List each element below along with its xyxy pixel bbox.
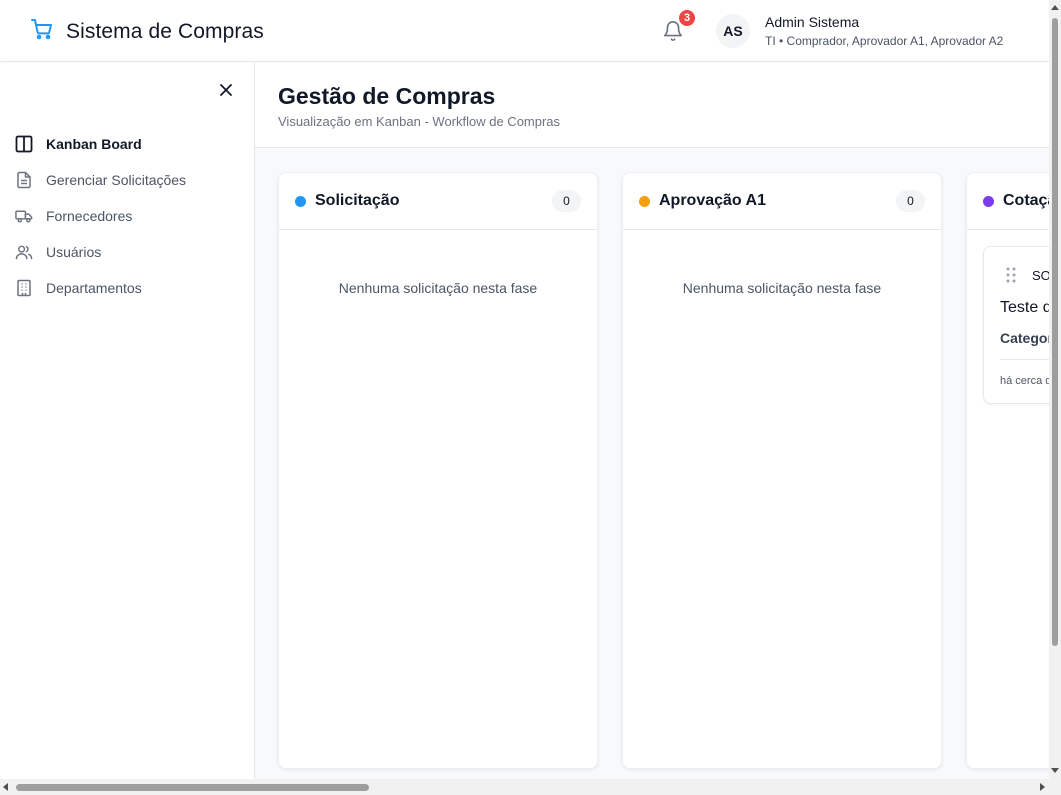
sidebar-nav: Kanban Board Gerenciar Solicitações Forn…	[0, 126, 254, 306]
sidebar-item-usuarios[interactable]: Usuários	[0, 234, 254, 270]
card-timestamp: há cerca d	[1000, 375, 1049, 387]
app-title: Sistema de Compras	[66, 19, 264, 43]
status-dot	[639, 195, 650, 207]
kanban-column-cotacao[interactable]: Cotação SO Teste d Categor há cerca d	[966, 172, 1049, 769]
kanban-column-aprovacao-a1[interactable]: Aprovação A1 0 Nenhuma solicitação nesta…	[622, 172, 942, 769]
building-icon	[15, 279, 33, 297]
column-title: Aprovação A1	[659, 192, 766, 209]
column-count-badge: 0	[896, 190, 925, 212]
request-card[interactable]: SO Teste d Categor há cerca d	[983, 246, 1049, 404]
brand[interactable]: Sistema de Compras	[30, 17, 264, 46]
sidebar-item-label: Departamentos	[46, 280, 142, 296]
page-title: Gestão de Compras	[278, 83, 496, 109]
user-role: TI • Comprador, Aprovador A1, Aprovador …	[765, 34, 1004, 48]
column-count-badge: 0	[552, 190, 581, 212]
empty-state-text: Nenhuma solicitação nesta fase	[338, 280, 538, 296]
users-icon	[15, 243, 33, 261]
page-header: Gestão de Compras Visualização em Kanban…	[255, 63, 1049, 148]
shopping-cart-icon	[30, 17, 54, 46]
truck-icon	[15, 207, 33, 225]
sidebar-item-gerenciar-solicitacoes[interactable]: Gerenciar Solicitações	[0, 162, 254, 198]
card-title: Teste d	[1000, 299, 1049, 316]
kanban-icon	[15, 135, 33, 153]
scroll-right-arrow-icon[interactable]	[1040, 783, 1045, 791]
column-header: Solicitação 0	[279, 173, 597, 230]
card-category: Categor	[1000, 330, 1049, 346]
top-header: Sistema de Compras 3 AS Admin Sistema TI…	[0, 0, 1049, 62]
file-text-icon	[15, 171, 33, 189]
sidebar-item-fornecedores[interactable]: Fornecedores	[0, 198, 254, 234]
avatar[interactable]: AS	[716, 14, 750, 48]
notification-badge: 3	[677, 8, 697, 28]
sidebar-item-label: Kanban Board	[46, 136, 142, 152]
column-header: Aprovação A1 0	[623, 173, 941, 230]
vertical-scrollbar[interactable]	[1049, 0, 1061, 779]
card-code: SO	[1032, 268, 1049, 283]
scroll-down-arrow-icon[interactable]	[1051, 768, 1059, 773]
status-dot	[295, 195, 306, 207]
sidebar-item-label: Usuários	[46, 244, 102, 260]
drag-handle-icon[interactable]	[1004, 265, 1018, 285]
vertical-scroll-thumb[interactable]	[1052, 18, 1058, 646]
scroll-left-arrow-icon[interactable]	[3, 783, 8, 791]
scroll-up-arrow-icon[interactable]	[1051, 5, 1059, 10]
kanban-column-solicitacao[interactable]: Solicitação 0 Nenhuma solicitação nesta …	[278, 172, 598, 769]
column-header: Cotação	[967, 173, 1049, 230]
horizontal-scrollbar[interactable]	[0, 779, 1061, 795]
column-title: Cotação	[1003, 192, 1049, 209]
status-dot	[983, 195, 994, 207]
sidebar-item-kanban-board[interactable]: Kanban Board	[0, 126, 254, 162]
page-subtitle: Visualização em Kanban - Workflow de Com…	[278, 114, 561, 129]
card-divider	[1000, 359, 1049, 360]
empty-state-text: Nenhuma solicitação nesta fase	[682, 280, 882, 296]
sidebar: Kanban Board Gerenciar Solicitações Forn…	[0, 63, 255, 779]
sidebar-item-departamentos[interactable]: Departamentos	[0, 270, 254, 306]
sidebar-item-label: Fornecedores	[46, 208, 133, 224]
main-content: Gestão de Compras Visualização em Kanban…	[255, 63, 1049, 779]
user-name: Admin Sistema	[765, 14, 860, 30]
close-icon[interactable]	[216, 80, 236, 100]
horizontal-scroll-thumb[interactable]	[16, 784, 369, 791]
sidebar-item-label: Gerenciar Solicitações	[46, 172, 187, 188]
column-title: Solicitação	[315, 192, 400, 209]
